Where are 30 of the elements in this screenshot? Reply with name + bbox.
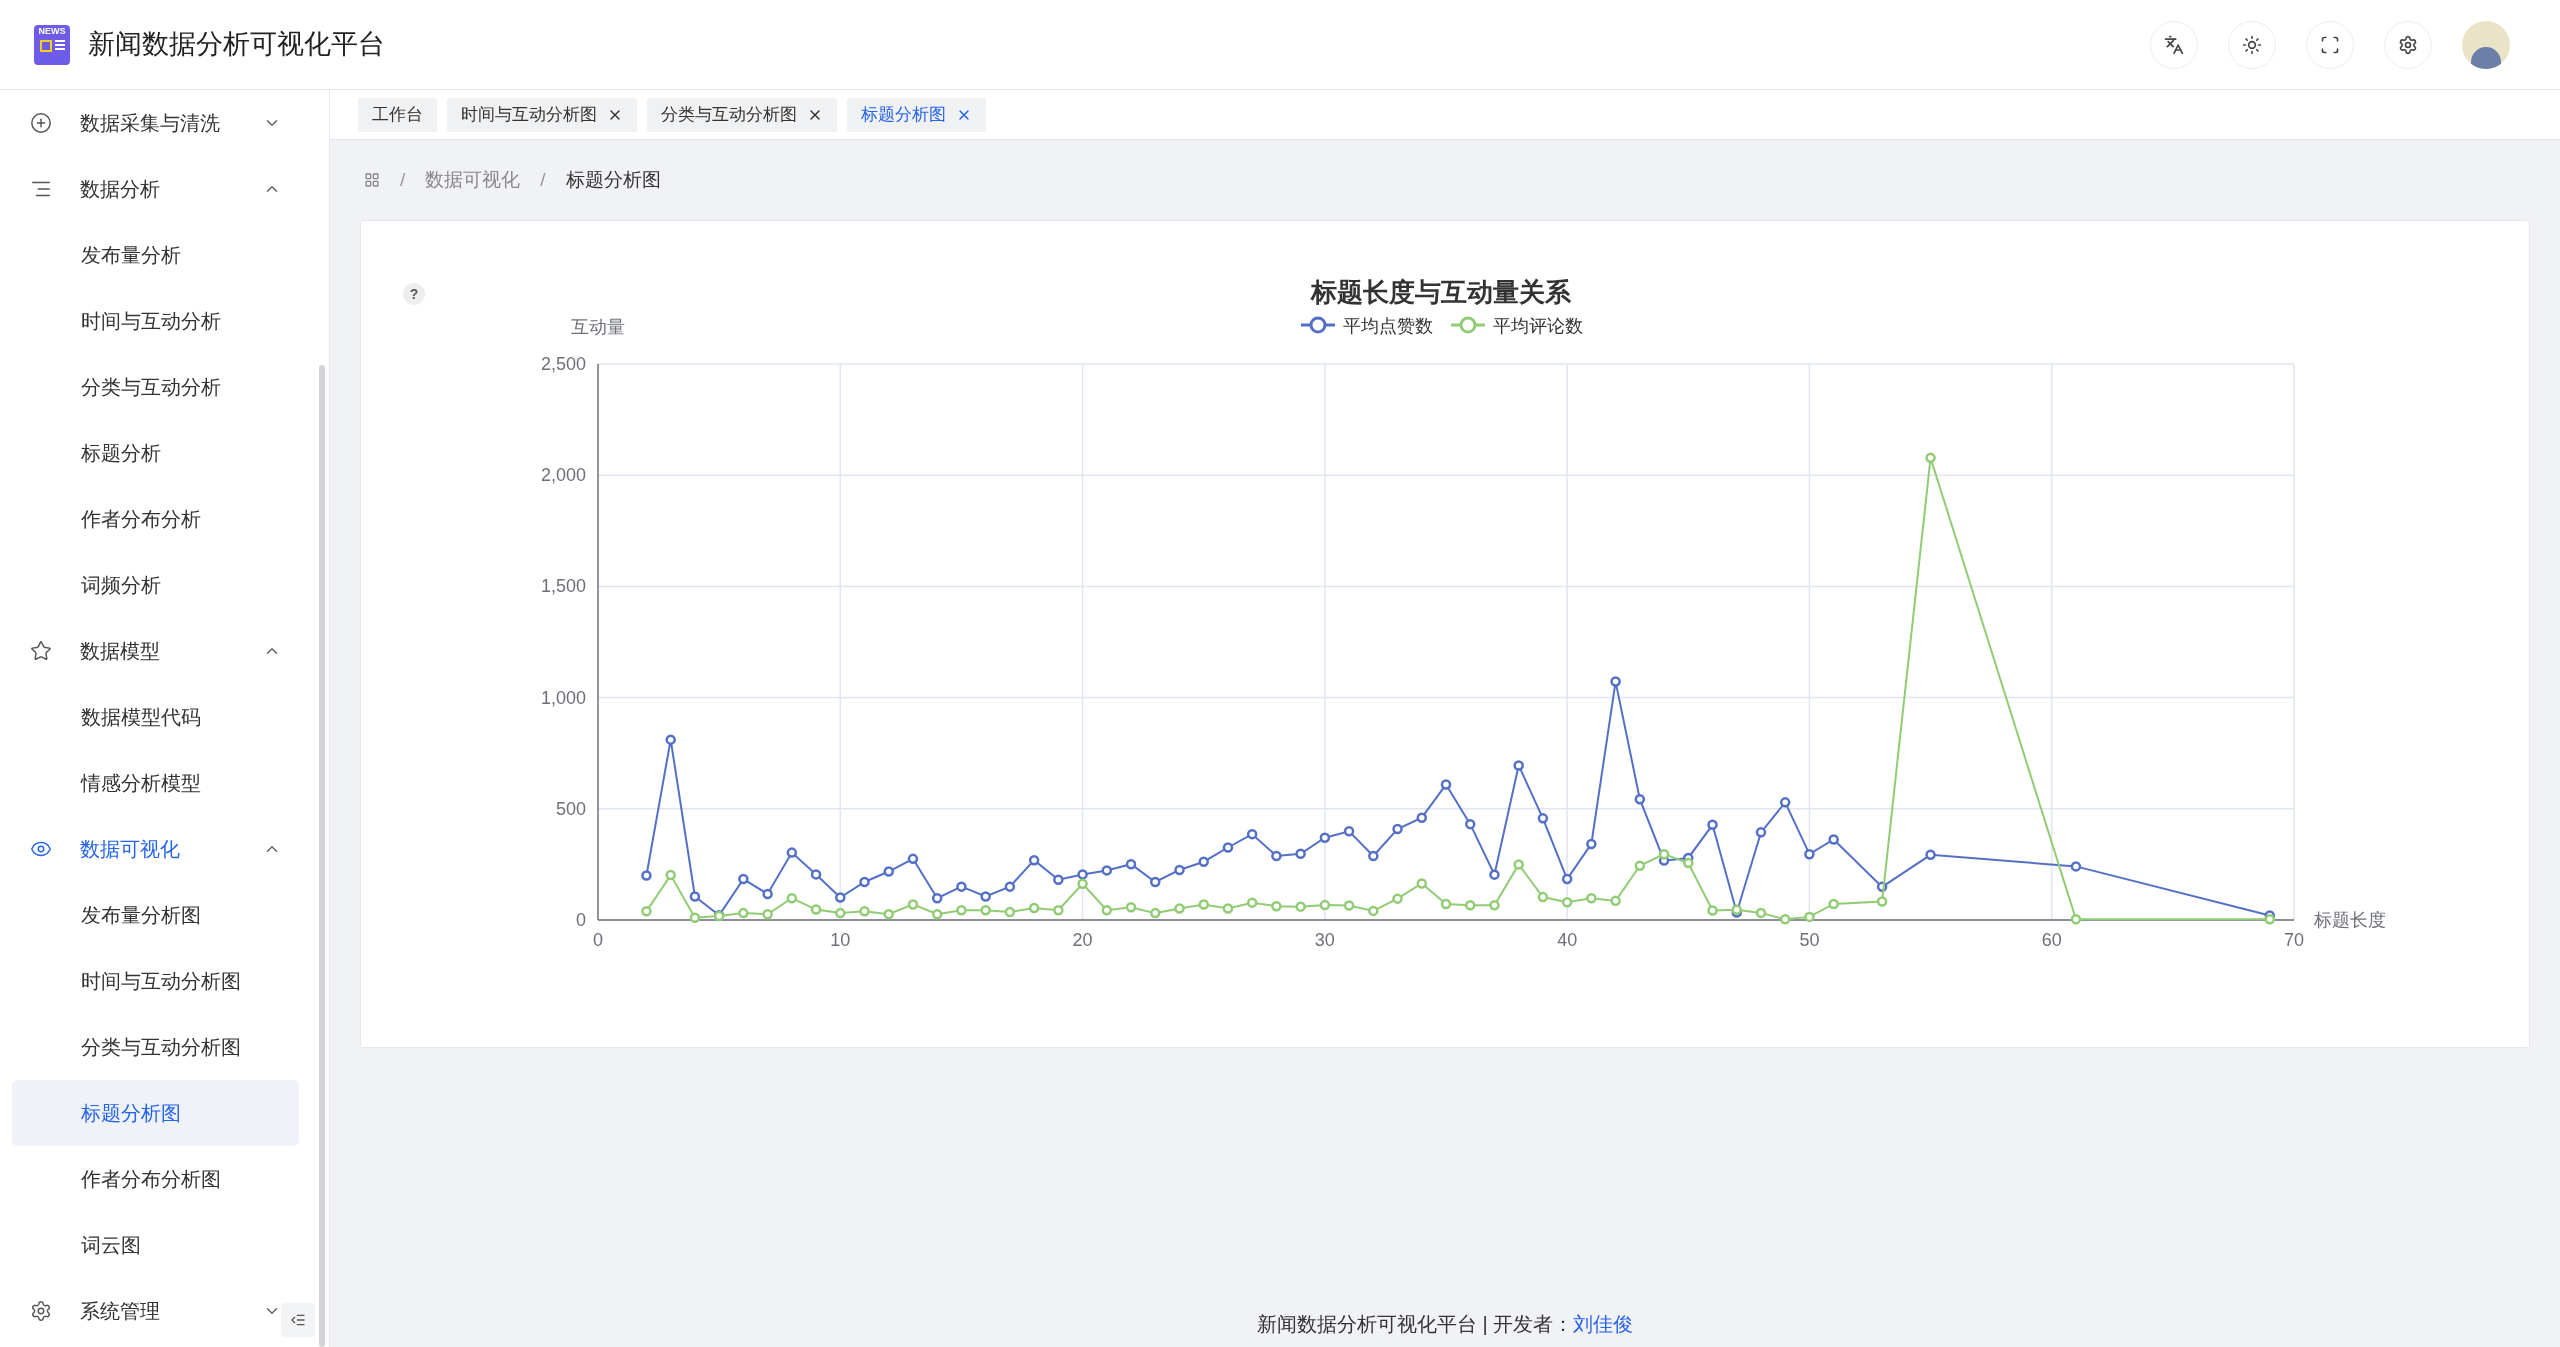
axis-tick-label: 0 — [593, 930, 603, 950]
chart-title: 标题长度与互动量关系 — [1311, 277, 1571, 307]
axis-tick-label: 10 — [830, 930, 851, 950]
breadcrumb-separator: / — [540, 167, 546, 192]
legend-label: 平均评论数 — [1493, 316, 1583, 336]
legend-label: 平均点赞数 — [1343, 316, 1433, 336]
footer-text: 新闻数据分析可视化平台 | 开发者：刘佳俊 — [1256, 1312, 1634, 1337]
menu-label: 数据可视化 — [80, 837, 181, 862]
breadcrumb-separator: / — [400, 167, 406, 192]
axis-tick-label: 2,500 — [540, 354, 586, 374]
axis-title: 标题长度 — [2314, 910, 2386, 930]
axis-tick-label: 30 — [1314, 930, 1335, 950]
axis-tick-label: 40 — [1557, 930, 1578, 950]
axis-tick-label: 1,000 — [540, 687, 586, 708]
axis-tick-label: 1,500 — [540, 576, 586, 597]
menu-label: 数据分析 — [80, 177, 161, 202]
app-logo: NEWS — [34, 24, 70, 65]
axis-tick-label: 60 — [2041, 930, 2062, 950]
menu-label: 系统管理 — [80, 1299, 161, 1324]
breadcrumb-item: 标题分析图 — [565, 167, 661, 192]
menu-label: 数据模型 — [80, 639, 161, 664]
app-title: 新闻数据分析可视化平台 — [88, 28, 385, 62]
axis-tick-label: 500 — [555, 798, 586, 819]
axis-tick-label: 50 — [1799, 930, 1820, 950]
axis-title: 互动量 — [571, 317, 625, 337]
menu-label: 数据采集与清洗 — [80, 111, 221, 136]
axis-tick-label: 20 — [1072, 930, 1093, 950]
axis-tick-label: 0 — [576, 910, 586, 930]
axis-tick-label: 70 — [2284, 930, 2304, 950]
axis-tick-label: 2,000 — [540, 465, 586, 486]
